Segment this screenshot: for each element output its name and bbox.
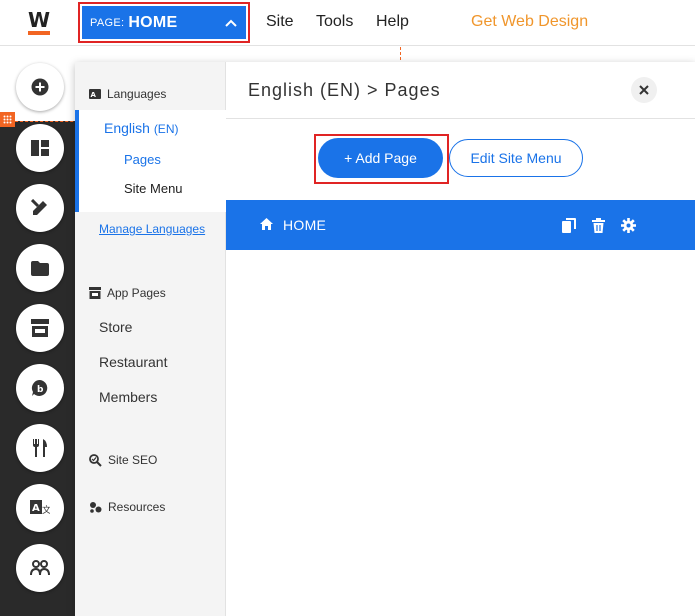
files-button[interactable]	[16, 244, 64, 292]
nav-site-seo[interactable]: Site SEO	[89, 453, 157, 467]
translate-button[interactable]: A文	[16, 484, 64, 532]
panel-main: English (EN) > Pages + Add Page Edit Sit…	[226, 62, 695, 616]
chevron-up-icon	[224, 16, 238, 30]
panel-side-nav: A Languages English (EN) Pages Site Menu…	[75, 62, 226, 616]
nav-help[interactable]: Help	[376, 13, 409, 31]
app-pages-icon	[89, 287, 101, 299]
page-selector-button[interactable]: PAGE: HOME	[82, 6, 246, 39]
nav-members[interactable]: Members	[99, 389, 157, 405]
add-page-button[interactable]: + Add Page	[318, 138, 443, 178]
trash-icon	[591, 217, 605, 233]
seo-icon	[89, 453, 102, 467]
translate-icon: A文	[30, 500, 50, 516]
nav-resources-label: Resources	[108, 500, 166, 514]
svg-text:b: b	[37, 385, 44, 395]
drag-handle-icon[interactable]	[0, 112, 15, 127]
delete-page-button[interactable]	[590, 217, 606, 233]
add-icon	[31, 78, 49, 96]
section-languages: A Languages	[89, 87, 166, 101]
logo-letter: W	[27, 8, 51, 32]
svg-text:文: 文	[42, 504, 50, 516]
nav-pages[interactable]: Pages	[124, 152, 161, 167]
page-selector-name: HOME	[128, 13, 178, 31]
page-selector-prefix: PAGE:	[90, 16, 125, 29]
nav-site-seo-label: Site SEO	[108, 453, 158, 467]
nav-site-menu[interactable]: Site Menu	[124, 181, 183, 196]
language-icon: A	[89, 89, 101, 99]
close-icon	[639, 85, 649, 95]
members-button[interactable]	[16, 544, 64, 592]
home-icon	[260, 218, 273, 230]
close-button[interactable]	[631, 77, 657, 103]
section-app-pages: App Pages	[89, 286, 166, 300]
section-app-pages-label: App Pages	[107, 286, 166, 300]
nav-get-web-design[interactable]: Get Web Design	[471, 13, 588, 31]
edit-site-menu-button[interactable]: Edit Site Menu	[449, 139, 583, 177]
nav-store[interactable]: Store	[99, 319, 132, 335]
members-icon	[30, 560, 50, 576]
duplicate-page-button[interactable]	[561, 217, 577, 233]
language-english[interactable]: English (EN) Pages Site Menu	[75, 110, 226, 212]
resources-icon	[90, 502, 102, 513]
duplicate-icon	[562, 217, 576, 233]
pages-panel: A Languages English (EN) Pages Site Menu…	[75, 62, 695, 616]
add-element-button[interactable]	[16, 63, 64, 111]
blog-button[interactable]: b	[16, 364, 64, 412]
folder-icon	[31, 260, 49, 276]
restaurant-button[interactable]	[16, 424, 64, 472]
page-row-home[interactable]: HOME	[226, 200, 695, 250]
svg-text:A: A	[91, 91, 97, 99]
language-code: (EN)	[153, 122, 179, 136]
language-name: English	[104, 120, 150, 136]
design-icon	[31, 199, 47, 215]
store-icon	[31, 319, 49, 337]
layout-button[interactable]	[16, 124, 64, 172]
logo-underline	[28, 31, 50, 35]
language-item[interactable]: English (EN)	[104, 120, 178, 136]
manage-languages-link[interactable]: Manage Languages	[99, 222, 205, 236]
top-bar: W PAGE: HOME Site Tools Help Get Web Des…	[0, 0, 695, 46]
nav-restaurant[interactable]: Restaurant	[99, 354, 167, 370]
page-settings-button[interactable]	[620, 217, 636, 233]
svg-text:A: A	[32, 503, 40, 514]
blog-icon: b	[31, 379, 48, 396]
layout-icon	[31, 140, 49, 156]
store-button[interactable]	[16, 304, 64, 352]
panel-title: English (EN) > Pages	[248, 80, 441, 100]
section-languages-label: Languages	[107, 87, 167, 101]
design-button[interactable]	[16, 184, 64, 232]
nav-tools[interactable]: Tools	[316, 13, 353, 31]
restaurant-icon	[33, 439, 47, 457]
page-selector[interactable]: PAGE: HOME	[78, 2, 250, 43]
nav-site[interactable]: Site	[266, 13, 294, 31]
gear-icon	[620, 217, 636, 233]
nav-resources[interactable]: Resources	[89, 500, 165, 514]
page-row-label: HOME	[283, 217, 327, 233]
panel-header-divider	[226, 118, 695, 119]
logo[interactable]: W	[26, 10, 52, 36]
